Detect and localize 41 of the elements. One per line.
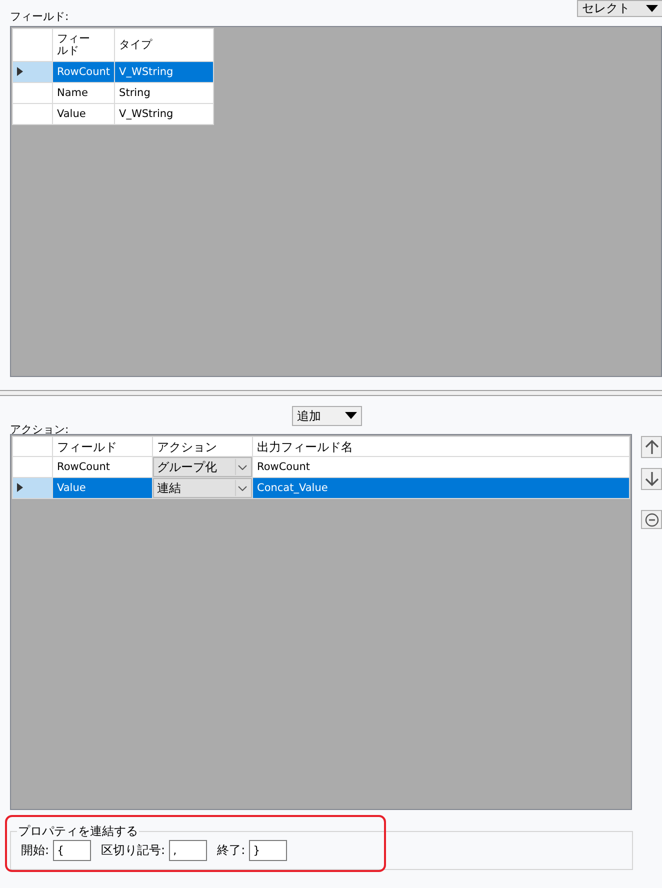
- row-pointer-icon: [17, 66, 23, 76]
- text-field[interactable]: ,: [169, 840, 208, 861]
- table-row[interactable]: Value V_WString: [12, 104, 214, 124]
- chevron-down-icon: [235, 480, 249, 496]
- column-header[interactable]: フィールド: [52, 436, 152, 456]
- table-cell: V_WString: [114, 62, 214, 82]
- table-row[interactable]: Name String: [12, 82, 214, 104]
- row-header-cell[interactable]: [12, 478, 52, 498]
- table-row[interactable]: RowCount V_WString: [12, 62, 214, 82]
- select-dropdown[interactable]: セレクト: [577, 0, 662, 17]
- move-down-button[interactable]: [641, 468, 662, 490]
- row-pointer-icon: [17, 482, 23, 492]
- table-row[interactable]: Value 連結 Concat_Value: [12, 478, 630, 498]
- row-header-cell[interactable]: [12, 104, 52, 124]
- action-combobox[interactable]: グループ化: [153, 457, 252, 477]
- column-header[interactable]: アクション: [152, 436, 252, 456]
- row-header-cell[interactable]: [12, 62, 52, 82]
- add-dropdown[interactable]: 追加: [292, 406, 362, 426]
- chevron-down-icon: [235, 459, 249, 475]
- row-header-cell[interactable]: [12, 82, 52, 104]
- table-cell: String: [114, 82, 214, 104]
- column-header[interactable]: 出力フィールド名: [252, 436, 630, 456]
- field-label: 終了:: [217, 842, 246, 859]
- row-header-cell[interactable]: [12, 456, 52, 478]
- remove-button[interactable]: [641, 510, 662, 529]
- section-label: アクション:: [10, 422, 70, 437]
- text-field[interactable]: {: [53, 840, 92, 861]
- table-cell: Concat_Value: [252, 478, 630, 498]
- move-up-button[interactable]: [641, 436, 662, 458]
- action-combobox[interactable]: 連結: [153, 478, 252, 498]
- table-cell: Name: [52, 82, 115, 104]
- table-cell: RowCount: [52, 62, 115, 82]
- group-title: プロパティを連結する: [17, 823, 139, 840]
- table-cell: Value: [52, 104, 115, 124]
- table-cell: Value: [52, 478, 152, 498]
- section-label: フィールド:: [10, 9, 69, 24]
- table-cell: V_WString: [114, 104, 214, 124]
- field-label: 開始:: [21, 842, 50, 859]
- text-field[interactable]: }: [249, 840, 288, 861]
- field-label: 区切り記号:: [101, 842, 166, 859]
- table-row[interactable]: RowCount グループ化 RowCount: [12, 456, 630, 478]
